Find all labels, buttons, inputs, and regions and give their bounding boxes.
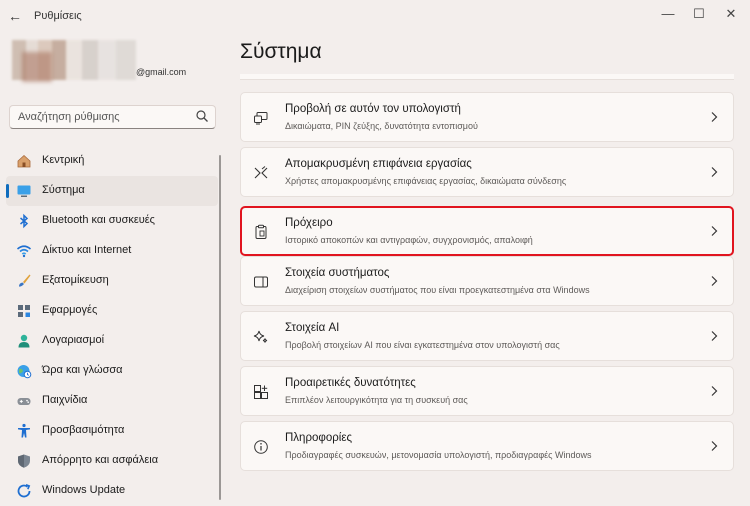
previous-card-edge bbox=[240, 74, 734, 80]
sidebar-item-privacy-security[interactable]: Απόρρητο και ασφάλεια bbox=[6, 446, 218, 476]
card-subtitle: Ιστορικό αποκοπών και αντιγραφών, συγχρο… bbox=[285, 235, 533, 245]
home-icon bbox=[17, 154, 31, 168]
search-input[interactable] bbox=[18, 110, 188, 124]
chevron-right-icon bbox=[711, 441, 718, 451]
card-title: Απομακρυσμένη επιφάνεια εργασίας bbox=[285, 158, 472, 170]
chevron-right-icon bbox=[711, 331, 718, 341]
sidebar-item-bluetooth[interactable]: Bluetooth και συσκευές bbox=[6, 206, 218, 236]
sidebar-item-time-language[interactable]: Ώρα και γλώσσα bbox=[6, 356, 218, 386]
card-subtitle: Προβολή στοιχείων AI που είναι εγκατεστη… bbox=[285, 340, 560, 350]
account-icon bbox=[18, 334, 30, 348]
card-title: Στοιχεία AI bbox=[285, 322, 340, 334]
card-subtitle: Διαχείριση στοιχείων συστήματος που είνα… bbox=[285, 285, 590, 295]
sidebar-item-label: Windows Update bbox=[42, 484, 126, 496]
card-subtitle: Επιπλέον λειτουργικότητα για τη συσκευή … bbox=[285, 395, 468, 405]
maximize-button[interactable]: ☐ bbox=[684, 4, 714, 24]
sparkle-icon bbox=[253, 330, 268, 343]
system-icon bbox=[17, 185, 31, 197]
setting-card-optional-features[interactable]: Προαιρετικές δυνατότητες Επιπλέον λειτου… bbox=[240, 366, 734, 416]
profile-email: @gmail.com bbox=[136, 67, 187, 77]
chevron-right-icon bbox=[711, 226, 718, 236]
clipboard-icon bbox=[255, 224, 267, 239]
remote-desktop-icon bbox=[254, 166, 268, 179]
chevron-right-icon bbox=[711, 167, 718, 177]
accessibility-icon bbox=[18, 423, 30, 438]
setting-card-clipboard[interactable]: Πρόχειρο Ιστορικό αποκοπών και αντιγραφώ… bbox=[240, 206, 734, 256]
setting-card-remote-desktop[interactable]: Απομακρυσμένη επιφάνεια εργασίας Χρήστες… bbox=[240, 147, 734, 197]
bluetooth-icon bbox=[20, 213, 29, 229]
sidebar-item-label: Εφαρμογές bbox=[42, 304, 98, 316]
shield-icon bbox=[18, 454, 30, 468]
sidebar-item-network[interactable]: Δίκτυο και Internet bbox=[6, 236, 218, 266]
sidebar-item-home[interactable]: Κεντρική bbox=[6, 146, 218, 176]
card-title: Προαιρετικές δυνατότητες bbox=[285, 377, 416, 389]
sidebar-item-personalization[interactable]: Εξατομίκευση bbox=[6, 266, 218, 296]
minimize-button[interactable]: — bbox=[653, 4, 683, 24]
sidebar-item-label: Κεντρική bbox=[42, 154, 85, 166]
search-icon[interactable] bbox=[195, 109, 209, 123]
optional-features-icon bbox=[254, 385, 268, 399]
globe-clock-icon bbox=[17, 365, 32, 379]
sidebar-item-accounts[interactable]: Λογαριασμοί bbox=[6, 326, 218, 356]
sidebar-nav: Κεντρική Σύστημα Bluetooth και συσκευές … bbox=[6, 146, 218, 506]
setting-card-project-to-pc[interactable]: Προβολή σε αυτόν τον υπολογιστή Δικαιώμα… bbox=[240, 92, 734, 142]
wifi-icon bbox=[16, 245, 32, 258]
sidebar-item-system[interactable]: Σύστημα bbox=[6, 176, 218, 206]
info-icon bbox=[254, 440, 268, 454]
avatar[interactable] bbox=[22, 52, 52, 82]
sidebar-scrollbar[interactable] bbox=[219, 155, 221, 500]
setting-card-about[interactable]: Πληροφορίες Προδιαγραφές συσκευών, μετον… bbox=[240, 421, 734, 471]
chevron-right-icon bbox=[711, 386, 718, 396]
sidebar-item-label: Απόρρητο και ασφάλεια bbox=[42, 454, 159, 466]
card-subtitle: Προδιαγραφές συσκευών, μετονομασία υπολο… bbox=[285, 450, 592, 460]
app-title: Ρυθμίσεις bbox=[34, 10, 82, 22]
sidebar-item-label: Ώρα και γλώσσα bbox=[42, 364, 123, 376]
sidebar-item-label: Εξατομίκευση bbox=[42, 274, 109, 286]
card-title: Προβολή σε αυτόν τον υπολογιστή bbox=[285, 103, 461, 115]
card-subtitle: Χρήστες απομακρυσμένης επιφάνειας εργασί… bbox=[285, 176, 567, 186]
gamepad-icon bbox=[17, 398, 31, 405]
card-title: Πληροφορίες bbox=[285, 432, 353, 444]
sidebar-item-label: Προσβασιμότητα bbox=[42, 424, 125, 436]
card-subtitle: Δικαιώματα, PIN ζεύξης, δυνατότητα εντοπ… bbox=[285, 121, 478, 131]
title-bar: ← Ρυθμίσεις — ☐ ✕ bbox=[0, 0, 750, 32]
setting-card-ai-components[interactable]: Στοιχεία AI Προβολή στοιχείων AI που είν… bbox=[240, 311, 734, 361]
page-title: Σύστημα bbox=[240, 40, 322, 63]
chevron-right-icon bbox=[711, 112, 718, 122]
card-title: Στοιχεία συστήματος bbox=[285, 267, 390, 279]
sidebar-item-label: Λογαριασμοί bbox=[42, 334, 105, 346]
components-icon bbox=[254, 276, 268, 288]
card-title: Πρόχειρο bbox=[285, 217, 333, 229]
chevron-right-icon bbox=[711, 276, 718, 286]
search-box[interactable] bbox=[9, 105, 216, 129]
apps-icon bbox=[18, 305, 30, 317]
close-button[interactable]: ✕ bbox=[716, 4, 746, 24]
sidebar-item-windows-update[interactable]: Windows Update bbox=[6, 476, 218, 506]
brush-icon bbox=[19, 274, 31, 287]
sidebar-item-accessibility[interactable]: Προσβασιμότητα bbox=[6, 416, 218, 446]
back-arrow-icon[interactable]: ← bbox=[6, 8, 24, 24]
sidebar-item-gaming[interactable]: Παιχνίδια bbox=[6, 386, 218, 416]
sidebar-item-label: Σύστημα bbox=[42, 184, 85, 196]
settings-list: Προβολή σε αυτόν τον υπολογιστή Δικαιώμα… bbox=[240, 74, 734, 500]
sidebar-item-label: Bluetooth και συσκευές bbox=[42, 214, 155, 226]
sidebar-item-label: Δίκτυο και Internet bbox=[42, 244, 132, 256]
update-icon bbox=[17, 484, 31, 498]
setting-card-system-components[interactable]: Στοιχεία συστήματος Διαχείριση στοιχείων… bbox=[240, 256, 734, 306]
sidebar-item-apps[interactable]: Εφαρμογές bbox=[6, 296, 218, 326]
project-icon bbox=[254, 112, 268, 125]
sidebar-item-label: Παιχνίδια bbox=[42, 394, 88, 406]
